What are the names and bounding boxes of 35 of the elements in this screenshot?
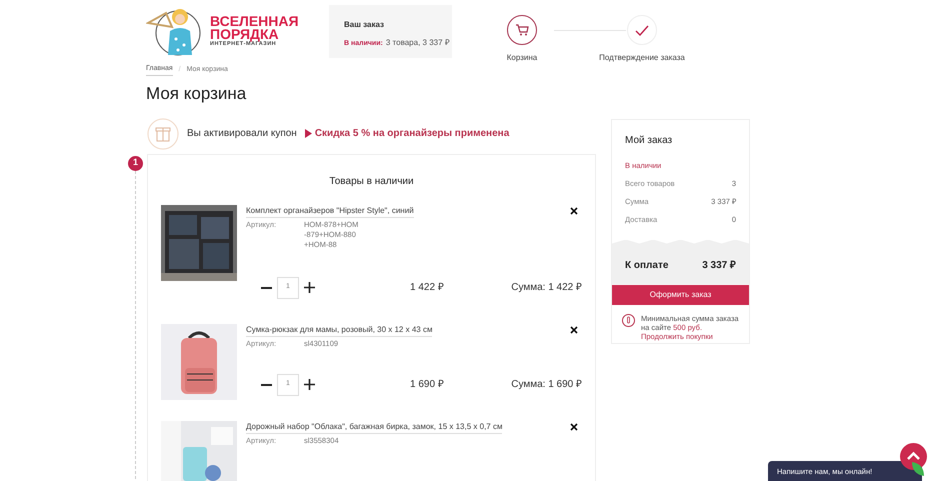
coupon-text: Вы активировали купон xyxy=(187,127,297,141)
product-name[interactable]: Комплект органайзеров "Hipster Style", синий xyxy=(246,204,414,218)
logo-text: ПОРЯДКА xyxy=(210,28,279,41)
product-name[interactable]: Сумка-рюкзак для мамы, розовый, 30 х 12 х 43 см xyxy=(246,324,432,336)
checkout-button[interactable]: Оформить заказ xyxy=(612,284,749,304)
close-icon[interactable] xyxy=(570,326,578,334)
product-name[interactable]: Дорожный набор "Облака", багажная бирка, замок, 15 х 13,5 х 0,7 см xyxy=(246,420,502,434)
page-title: Моя корзина xyxy=(145,84,248,104)
order-title: Ваш заказ xyxy=(344,19,385,31)
availability-value: 3 товара, 3 337 ₽ xyxy=(386,37,450,49)
summary-title: Мой заказ xyxy=(624,134,674,148)
logo-text: ВСЕЛЕННАЯ xyxy=(210,14,299,28)
pay-label: К оплате xyxy=(625,258,668,272)
step-number: 1 xyxy=(128,156,143,170)
triangle-icon xyxy=(304,129,312,138)
gift-icon xyxy=(147,118,179,150)
step-label: Корзина xyxy=(506,52,538,64)
pay-value: 3 337 ₽ xyxy=(702,258,736,272)
scroll-up-button[interactable] xyxy=(900,443,927,470)
leaf-icon xyxy=(912,462,924,476)
minus-icon[interactable] xyxy=(261,384,272,386)
section-title: Товары в наличии xyxy=(329,176,414,186)
check-icon xyxy=(635,24,649,36)
plus-icon[interactable] xyxy=(304,379,315,390)
unit-price: 1 690 ₽ xyxy=(410,378,445,392)
item-total: Сумма: 1 422 ₽ xyxy=(511,281,582,295)
close-icon[interactable] xyxy=(570,206,578,214)
unit-price: 1 422 ₽ xyxy=(410,281,445,295)
plus-icon[interactable] xyxy=(304,282,315,293)
step-label: Подтверждение заказа xyxy=(599,52,685,64)
close-icon[interactable] xyxy=(570,422,578,430)
item-total: Сумма: 1 690 ₽ xyxy=(511,378,582,392)
cart-icon xyxy=(515,24,529,36)
coupon-discount: Скидка 5 % на органайзеры применена xyxy=(314,127,510,141)
minus-icon[interactable] xyxy=(261,286,272,288)
